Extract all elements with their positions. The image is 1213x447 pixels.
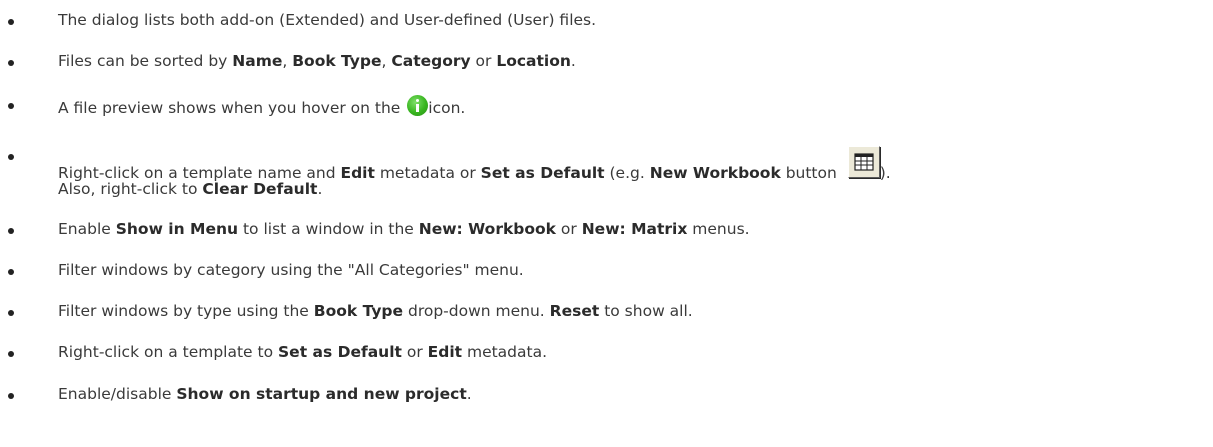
item-text: Right-click on a template to Set as Defa… (58, 343, 548, 361)
item-text: Files can be sorted by Name, Book Type, … (58, 52, 576, 70)
bullet-icon (8, 228, 14, 234)
info-icon (407, 95, 429, 116)
bullet-icon (8, 310, 14, 316)
bullet-icon (8, 19, 14, 25)
new-workbook-button-icon (847, 146, 880, 178)
bullet-icon (8, 103, 14, 109)
bullet-icon (8, 393, 14, 399)
bullet-icon (8, 269, 14, 275)
item-text-continued: Also, right-click to Clear Default. (58, 180, 323, 198)
item-text: A file preview shows when you hover on t… (58, 95, 465, 117)
item-text: Filter windows by type using the Book Ty… (58, 302, 693, 320)
item-text: Enable/disable Show on startup and new p… (58, 385, 472, 403)
item-text: Enable Show in Menu to list a window in … (58, 220, 750, 238)
bullet-icon (8, 154, 14, 160)
item-text: Right-click on a template name and Edit … (58, 146, 891, 182)
item-text: The dialog lists both add-on (Extended) … (58, 11, 597, 29)
item-text: Filter windows by category using the "Al… (58, 261, 524, 279)
bullet-icon (8, 351, 14, 357)
bullet-icon (8, 60, 14, 66)
